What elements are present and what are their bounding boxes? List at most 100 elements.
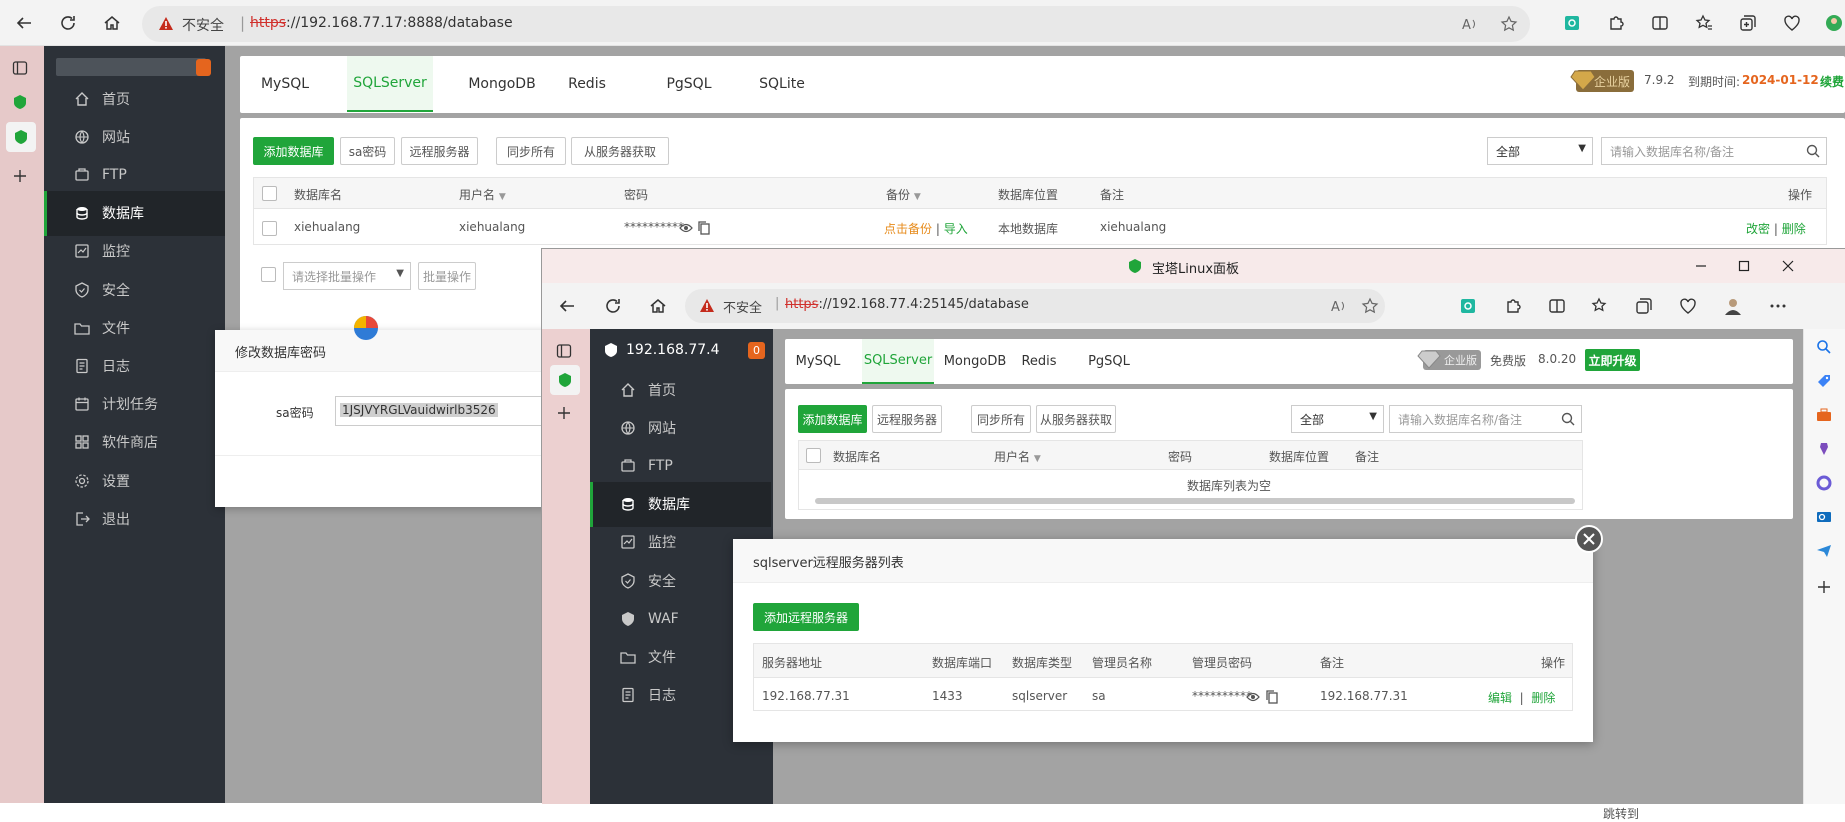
batch-operation-select[interactable]: 请选择批量操作 ▼ <box>283 262 411 290</box>
collections-icon[interactable] <box>1736 11 1760 35</box>
read-aloud-icon[interactable]: A <box>1462 16 1480 32</box>
add-remote-server-button[interactable]: 添加远程服务器 <box>753 603 859 631</box>
search-input[interactable]: 请输入数据库名称/备注 <box>1601 137 1827 165</box>
tab-sqlserver[interactable]: SQLServer <box>347 56 433 112</box>
browser-essentials-icon[interactable] <box>1679 297 1697 315</box>
change-password-link[interactable]: 改密 <box>1746 222 1770 236</box>
back-button[interactable] <box>12 11 36 35</box>
notification-badge[interactable]: 0 <box>748 342 765 359</box>
back-arrow-icon[interactable] <box>558 297 576 315</box>
sync-all-button[interactable]: 同步所有 <box>496 137 566 165</box>
select-all-checkbox[interactable] <box>806 448 821 463</box>
new-tab-plus-icon[interactable] <box>12 168 28 184</box>
new-tab-plus-icon[interactable] <box>556 405 572 421</box>
edit-link[interactable]: 编辑 <box>1488 691 1512 705</box>
bt-panel-active-tab[interactable] <box>550 365 580 395</box>
tab-actions-icon[interactable] <box>12 60 28 76</box>
favorite-star-icon[interactable] <box>1500 15 1518 33</box>
notification-badge[interactable] <box>196 59 211 76</box>
bt-panel-tab-icon[interactable] <box>12 94 28 110</box>
maximize-icon[interactable] <box>1738 260 1750 272</box>
filter-select[interactable]: 全部 ▼ <box>1291 405 1384 433</box>
favorites-icon[interactable] <box>1591 297 1609 315</box>
eye-icon[interactable] <box>1246 691 1260 703</box>
tab-sqlite[interactable]: SQLite <box>748 56 816 112</box>
add-sidebar-plus-icon[interactable] <box>1816 579 1832 595</box>
search-input[interactable]: 请输入数据库名称/备注 <box>1389 405 1582 433</box>
copy-icon[interactable] <box>1266 690 1278 704</box>
dialog-close-button[interactable] <box>1575 525 1603 553</box>
sa-password-input[interactable]: 1JSJVYRGLVauidwirlb3526 <box>335 396 555 426</box>
outlook-icon[interactable] <box>1816 509 1832 525</box>
fetch-from-server-button[interactable]: 从服务器获取 <box>1036 405 1116 433</box>
delete-link[interactable]: 删除 <box>1782 222 1806 236</box>
tab-mongodb[interactable]: MongoDB <box>937 339 1013 384</box>
search-icon[interactable] <box>1806 144 1820 158</box>
tab-redis[interactable]: Redis <box>557 56 617 112</box>
tab-redis[interactable]: Redis <box>1017 339 1061 384</box>
profile-icon[interactable] <box>1722 295 1744 317</box>
microsoft365-icon[interactable] <box>1816 475 1832 491</box>
copy-icon[interactable] <box>698 221 710 235</box>
tab-mysql[interactable]: MySQL <box>793 339 843 384</box>
more-menu-icon[interactable] <box>1770 304 1786 308</box>
games-icon[interactable] <box>1816 441 1832 457</box>
renew-link[interactable]: 续费 <box>1820 73 1844 90</box>
home-button[interactable] <box>100 11 124 35</box>
shopping-tag-icon[interactable] <box>1816 373 1832 389</box>
add-database-button[interactable]: 添加数据库 <box>253 137 334 165</box>
refresh-icon[interactable] <box>604 297 622 315</box>
eye-icon[interactable] <box>679 222 693 234</box>
sa-password-button[interactable]: sa密码 <box>340 137 395 165</box>
col-backup[interactable]: 备份 ▼ <box>886 186 921 203</box>
refresh-button[interactable] <box>56 11 80 35</box>
tab-pgsql[interactable]: PgSQL <box>1081 339 1137 384</box>
address-bar[interactable]: 不安全 | https://192.168.77.17:8888/databas… <box>142 6 1530 42</box>
sync-all-button[interactable]: 同步所有 <box>971 405 1031 433</box>
extension-icon-1[interactable] <box>1560 11 1584 35</box>
remote-server-button[interactable]: 远程服务器 <box>401 137 478 165</box>
bt-panel-active-tab[interactable] <box>6 122 36 152</box>
home-icon[interactable] <box>649 297 667 315</box>
close-icon[interactable] <box>1782 260 1794 272</box>
tab-pgsql[interactable]: PgSQL <box>652 56 726 112</box>
profile-icon[interactable] <box>1820 11 1844 35</box>
tab-mongodb[interactable]: MongoDB <box>459 56 545 112</box>
batch-checkbox[interactable] <box>261 267 276 282</box>
tools-icon[interactable] <box>1816 407 1832 423</box>
batch-operation-button[interactable]: 批量操作 <box>418 262 476 290</box>
filter-select[interactable]: 全部 ▼ <box>1487 137 1593 165</box>
extension-icon-1[interactable] <box>1460 298 1476 314</box>
collections-icon[interactable] <box>1635 297 1653 315</box>
tab-actions-icon[interactable] <box>556 343 572 359</box>
delete-link[interactable]: 删除 <box>1531 691 1555 705</box>
add-database-button[interactable]: 添加数据库 <box>798 405 867 433</box>
diamond-icon <box>1417 350 1441 369</box>
select-all-checkbox[interactable] <box>262 186 277 201</box>
horizontal-scrollbar[interactable] <box>815 498 1575 504</box>
favorites-icon[interactable] <box>1692 11 1716 35</box>
favorite-star-icon[interactable] <box>1361 297 1379 315</box>
read-aloud-icon[interactable]: A <box>1331 298 1349 314</box>
extensions-puzzle-icon[interactable] <box>1604 11 1628 35</box>
upgrade-button[interactable]: 立即升级 <box>1585 349 1640 371</box>
inner-address-bar[interactable]: 不安全 | https://192.168.77.4:25145/databas… <box>685 289 1385 323</box>
browser-essentials-icon[interactable] <box>1780 11 1804 35</box>
row-checkbox[interactable] <box>262 221 277 236</box>
split-screen-icon[interactable] <box>1648 11 1672 35</box>
remote-server-button[interactable]: 远程服务器 <box>872 405 942 433</box>
col-username[interactable]: 用户名 ▼ <box>994 448 1041 465</box>
search-icon[interactable] <box>1561 412 1575 426</box>
import-link[interactable]: 导入 <box>944 222 968 236</box>
extensions-puzzle-icon[interactable] <box>1504 297 1522 315</box>
backup-link[interactable]: 点击备份 <box>884 222 932 236</box>
sidebar-item-logout[interactable]: 退出 <box>44 496 225 541</box>
split-screen-icon[interactable] <box>1548 297 1566 315</box>
minimize-icon[interactable] <box>1695 260 1707 272</box>
fetch-from-server-button[interactable]: 从服务器获取 <box>571 137 669 165</box>
send-icon[interactable] <box>1816 543 1832 559</box>
tab-sqlserver[interactable]: SQLServer <box>862 339 934 384</box>
col-username[interactable]: 用户名 ▼ <box>459 186 506 203</box>
search-icon[interactable] <box>1816 339 1832 355</box>
tab-mysql[interactable]: MySQL <box>248 56 322 112</box>
